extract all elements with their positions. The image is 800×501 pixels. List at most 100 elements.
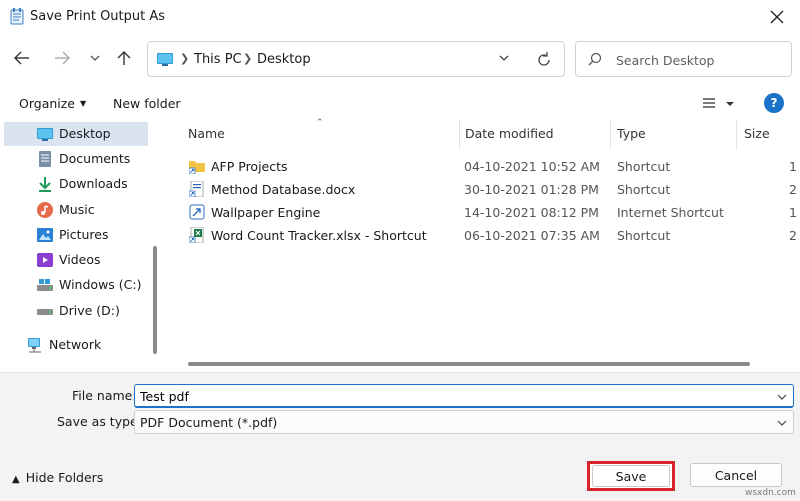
desktop-icon xyxy=(37,128,53,141)
music-icon xyxy=(37,202,53,218)
sidebar-item-pictures[interactable]: Pictures xyxy=(4,223,148,247)
internet-shortcut-icon xyxy=(189,204,205,220)
file-name-label: File name: xyxy=(72,388,137,403)
sort-ascending-icon: ⌃ xyxy=(316,118,324,128)
file-list-scrollbar[interactable] xyxy=(188,362,750,366)
file-name: AFP Projects xyxy=(211,159,288,174)
sidebar-item-downloads[interactable]: Downloads xyxy=(4,172,148,196)
chevron-down-icon xyxy=(777,394,787,400)
title-bar: Save Print Output As xyxy=(0,0,800,34)
this-pc-icon xyxy=(157,53,173,66)
recent-locations-button[interactable] xyxy=(83,46,107,70)
chevron-down-icon xyxy=(499,55,509,61)
window-title: Save Print Output As xyxy=(30,9,166,24)
file-row[interactable]: Method Database.docx 30-10-2021 01:28 PM… xyxy=(184,178,800,201)
column-header-size[interactable]: Size xyxy=(744,126,770,141)
column-divider[interactable] xyxy=(610,120,611,150)
file-name-input[interactable] xyxy=(140,387,760,405)
column-divider[interactable] xyxy=(459,120,460,150)
docx-shortcut-icon xyxy=(189,181,204,197)
sidebar-item-music[interactable]: Music xyxy=(4,198,148,222)
save-type-dropdown-button[interactable] xyxy=(777,416,787,431)
file-row[interactable]: AFP Projects 04-10-2021 10:52 AM Shortcu… xyxy=(184,155,800,178)
sidebar-item-label: Documents xyxy=(59,151,131,166)
back-button[interactable] xyxy=(10,46,34,70)
folder-shortcut-icon xyxy=(189,161,205,174)
pictures-icon xyxy=(37,228,53,242)
close-button[interactable] xyxy=(764,4,790,30)
column-divider[interactable] xyxy=(736,120,737,150)
drive-c-icon xyxy=(37,279,53,291)
save-button[interactable]: Save xyxy=(587,461,675,491)
organize-button[interactable]: Organize ▼ xyxy=(19,96,86,111)
change-view-button[interactable] xyxy=(700,94,740,114)
sidebar-scrollbar[interactable] xyxy=(153,246,157,354)
up-button[interactable] xyxy=(112,46,136,70)
view-options-icon xyxy=(703,98,734,108)
column-header-date-modified[interactable]: Date modified xyxy=(465,126,554,141)
forward-button[interactable] xyxy=(50,46,74,70)
file-list: ⌃ Name Date modified Type Size AFP Proje… xyxy=(170,118,800,372)
sidebar-item-network[interactable]: Network xyxy=(0,333,142,357)
refresh-icon xyxy=(538,52,550,66)
file-row[interactable]: Wallpaper Engine 14-10-2021 08:12 PM Int… xyxy=(184,201,800,224)
chevron-down-icon xyxy=(90,55,100,61)
close-icon xyxy=(770,10,784,24)
file-date: 06-10-2021 07:35 AM xyxy=(464,228,600,243)
file-name-field[interactable] xyxy=(134,384,794,408)
sidebar-item-label: Windows (C:) xyxy=(59,277,142,292)
address-bar[interactable]: ❯ This PC ❯ Desktop xyxy=(147,41,565,77)
documents-icon xyxy=(39,151,51,167)
file-name: Wallpaper Engine xyxy=(211,205,321,220)
file-date: 14-10-2021 08:12 PM xyxy=(464,205,599,220)
file-size: 1 xyxy=(789,205,797,220)
file-name-dropdown-button[interactable] xyxy=(777,390,787,405)
sidebar-item-videos[interactable]: Videos xyxy=(4,248,148,272)
save-type-value: PDF Document (*.pdf) xyxy=(140,415,278,430)
videos-icon xyxy=(37,253,53,267)
breadcrumb-this-pc[interactable]: This PC xyxy=(194,52,242,67)
sidebar-item-label: Network xyxy=(49,337,102,352)
breadcrumb-desktop[interactable]: Desktop xyxy=(257,52,311,67)
search-input[interactable] xyxy=(616,50,786,70)
column-header-type[interactable]: Type xyxy=(617,126,646,141)
hide-folders-label: Hide Folders xyxy=(25,470,104,485)
search-box[interactable] xyxy=(575,41,792,77)
watermark-text: wsxdn.com xyxy=(745,488,796,498)
sidebar-item-label: Downloads xyxy=(59,176,128,191)
arrow-right-icon xyxy=(55,51,70,65)
file-type: Shortcut xyxy=(617,228,671,243)
cancel-button[interactable]: Cancel xyxy=(690,463,782,487)
arrow-left-icon xyxy=(14,51,29,65)
downloads-icon xyxy=(39,177,51,192)
file-name: Method Database.docx xyxy=(211,182,356,197)
sidebar-item-label: Pictures xyxy=(59,227,109,242)
help-button[interactable]: ? xyxy=(764,93,784,113)
network-icon xyxy=(28,338,41,353)
sidebar-item-label: Desktop xyxy=(59,126,111,141)
file-type: Shortcut xyxy=(617,182,671,197)
save-options-panel: File name: Save as type: PDF Document (*… xyxy=(0,372,800,501)
new-folder-button[interactable]: New folder xyxy=(113,96,181,111)
address-dropdown-button[interactable] xyxy=(498,52,510,67)
file-row[interactable]: Word Count Tracker.xlsx - Shortcut 06-10… xyxy=(184,224,800,247)
xlsx-shortcut-icon xyxy=(189,227,204,243)
sidebar-item-documents[interactable]: Documents xyxy=(4,147,148,171)
sidebar-item-desktop[interactable]: Desktop xyxy=(4,122,148,146)
save-type-label: Save as type: xyxy=(57,414,142,429)
sidebar-item-windows-c[interactable]: Windows (C:) xyxy=(4,273,148,297)
chevron-down-icon xyxy=(777,420,787,426)
caret-down-icon: ▼ xyxy=(80,99,87,108)
arrow-up-icon xyxy=(117,51,131,65)
drive-d-icon xyxy=(37,309,53,315)
organize-label: Organize xyxy=(19,96,75,111)
file-type: Shortcut xyxy=(617,159,671,174)
sidebar-item-drive-d[interactable]: Drive (D:) xyxy=(4,299,148,323)
save-type-select[interactable]: PDF Document (*.pdf) xyxy=(134,410,794,434)
column-header-name[interactable]: Name xyxy=(188,126,225,141)
file-size: 1 xyxy=(789,159,797,174)
file-date: 04-10-2021 10:52 AM xyxy=(464,159,600,174)
file-date: 30-10-2021 01:28 PM xyxy=(464,182,599,197)
hide-folders-button[interactable]: ▲ Hide Folders xyxy=(12,470,103,485)
refresh-button[interactable] xyxy=(534,50,554,70)
